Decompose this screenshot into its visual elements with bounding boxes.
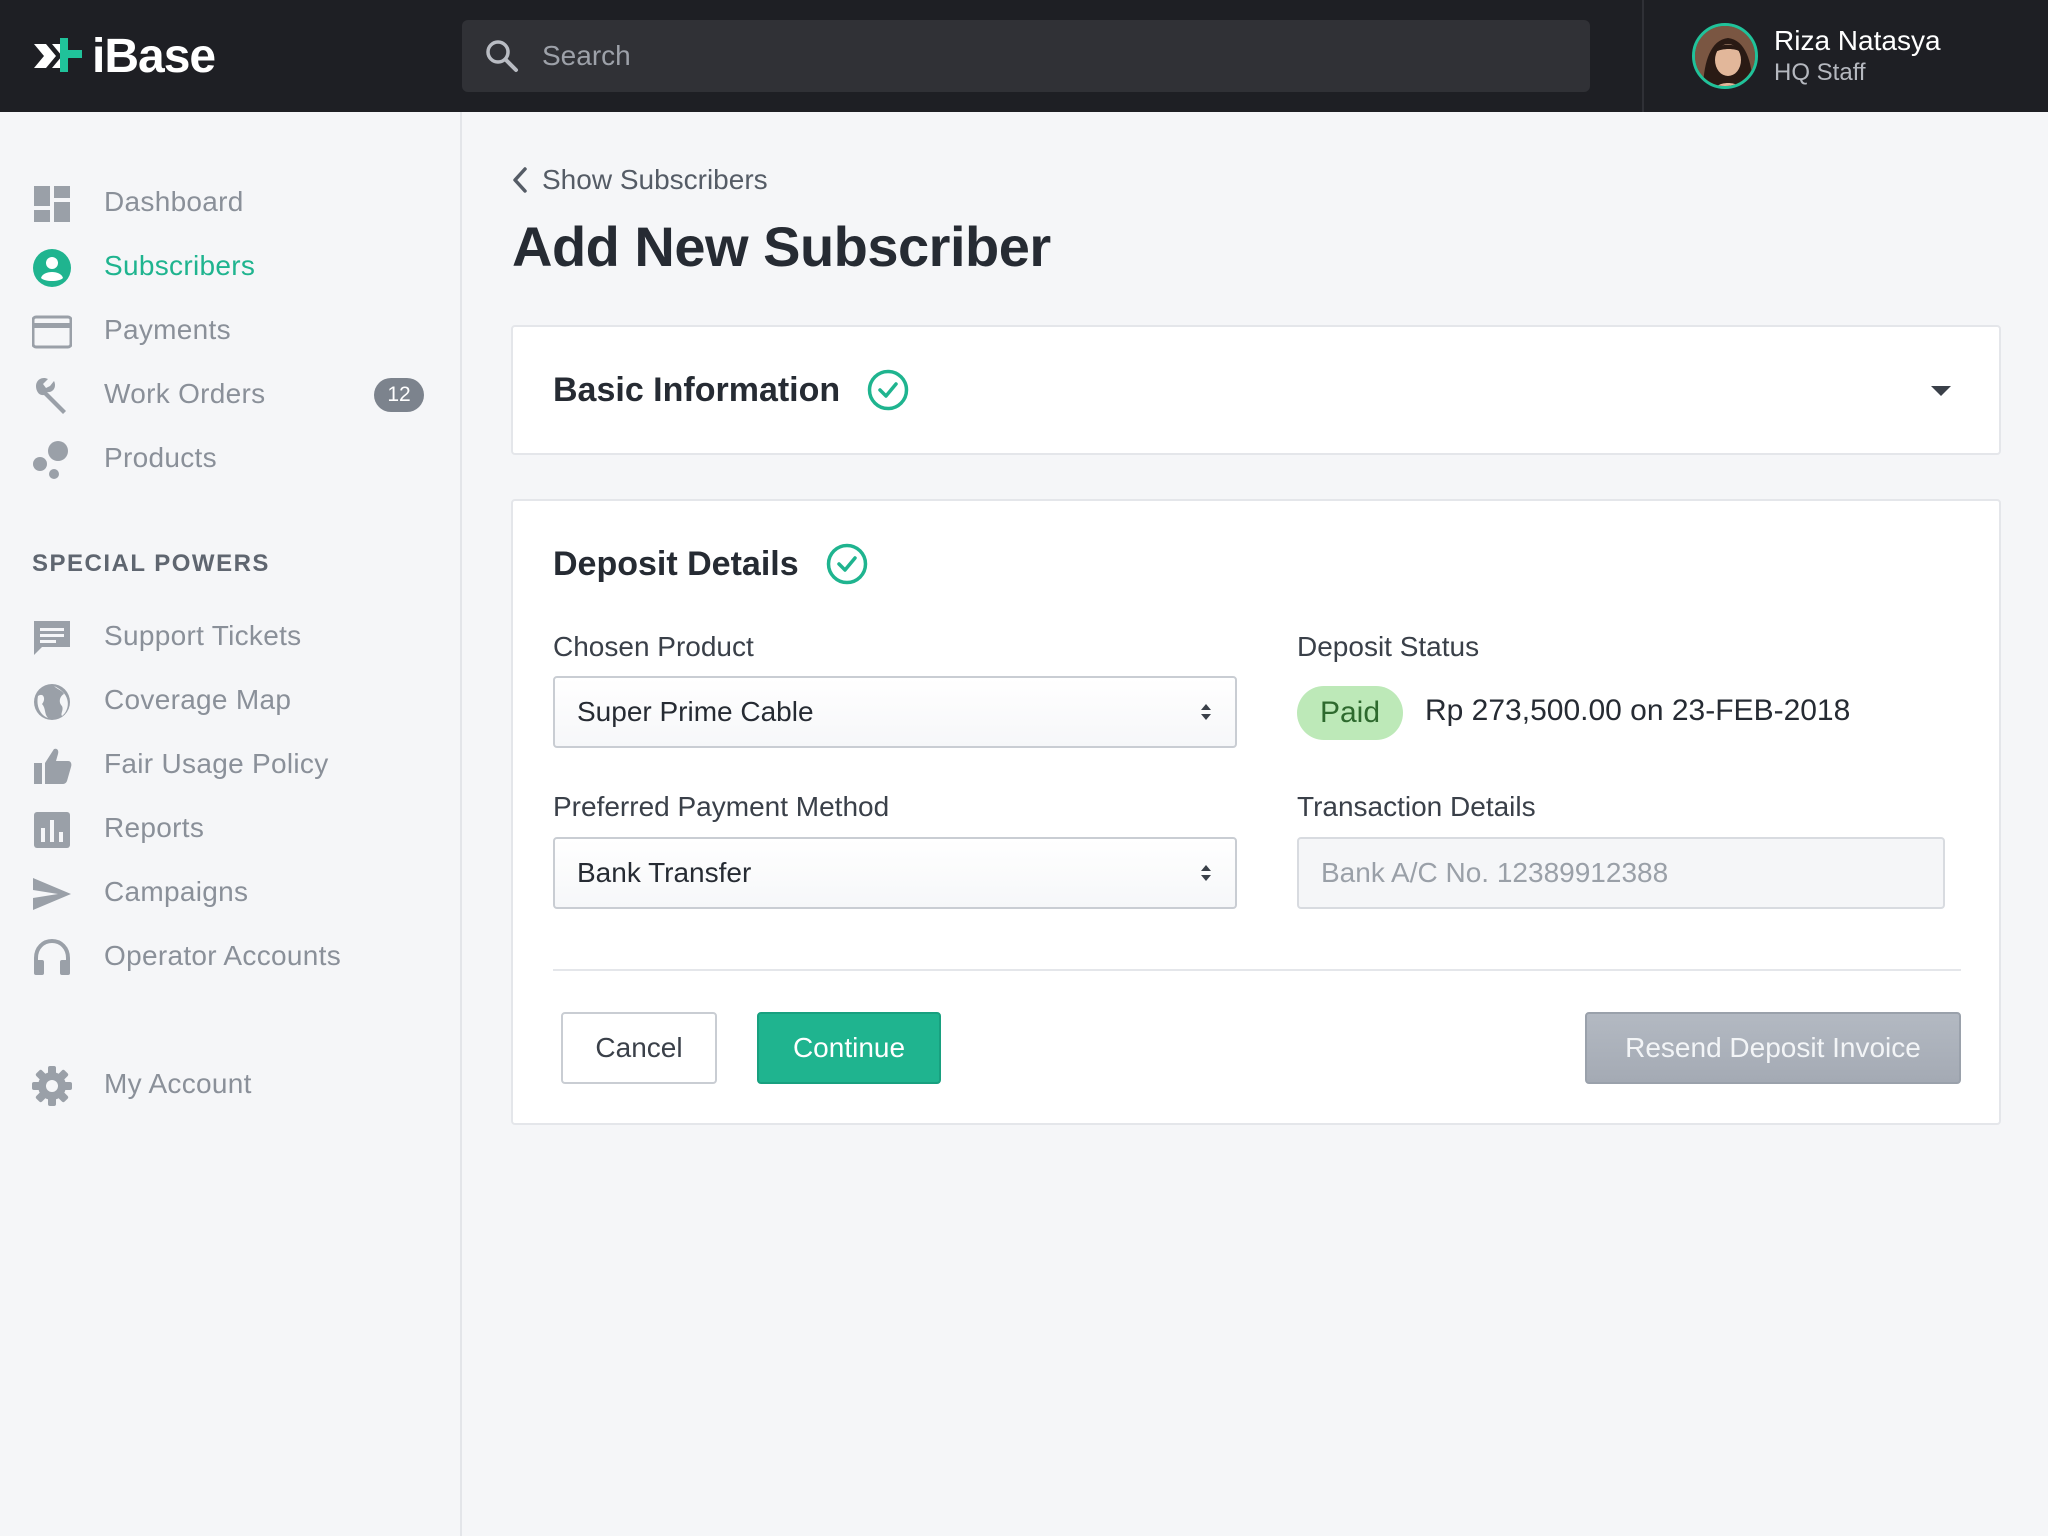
payment-method-value: Bank Transfer — [577, 857, 752, 888]
deposit-status-label: Deposit Status — [1297, 631, 1480, 662]
sidebar-item-label: Dashboard — [104, 186, 244, 217]
sidebar-item-label: Operator Accounts — [104, 940, 342, 971]
page-title: Add New Subscriber — [512, 215, 1051, 278]
deposit-status-text: Rp 273,500.00 on 23-FEB-2018 — [1425, 694, 1851, 727]
payment-method-label: Preferred Payment Method — [553, 791, 890, 822]
avatar[interactable] — [1692, 23, 1758, 89]
search-icon — [486, 40, 518, 72]
sidebar-item-label: Products — [104, 442, 217, 473]
card-divider — [553, 969, 1961, 971]
sidebar-item-label: Payments — [104, 314, 231, 345]
basic-information-card[interactable]: Basic Information — [511, 325, 2001, 455]
sidebar-item-campaigns[interactable]: Campaigns — [0, 864, 460, 920]
chevron-left-icon — [513, 167, 527, 193]
sidebar-item-my-account[interactable]: My Account — [0, 1056, 460, 1112]
chosen-product-value: Super Prime Cable — [577, 696, 814, 727]
sidebar-item-products[interactable]: Products — [0, 430, 460, 486]
sidebar-item-label: Reports — [104, 812, 205, 843]
paid-status-badge: Paid — [1297, 686, 1403, 740]
check-circle-icon — [826, 543, 868, 585]
section-title-special-powers: SPECIAL POWERS — [32, 550, 270, 577]
chosen-product-select[interactable]: Super Prime Cable — [553, 676, 1237, 748]
sidebar-item-reports[interactable]: Reports — [0, 800, 460, 856]
deposit-details-title: Deposit Details — [553, 545, 799, 583]
sidebar-item-label: Fair Usage Policy — [104, 748, 329, 779]
sidebar: Dashboard Subscribers Payments Work Orde… — [0, 112, 462, 1536]
gear-icon — [32, 1066, 72, 1106]
check-circle-icon — [867, 369, 909, 411]
wrench-icon — [36, 377, 66, 414]
continue-button[interactable]: Continue — [757, 1012, 941, 1084]
chevron-down-icon[interactable] — [1929, 383, 1953, 399]
logo-text: iBase — [92, 29, 216, 83]
sidebar-item-label: My Account — [104, 1068, 252, 1099]
select-arrows-icon — [1201, 865, 1211, 881]
sidebar-item-payments[interactable]: Payments — [0, 302, 460, 358]
top-bar: iBase Riza Natasya HQ Staff — [0, 0, 2048, 112]
chat-icon — [34, 621, 70, 655]
sidebar-item-label: Work Orders — [104, 378, 266, 409]
sidebar-item-label: Campaigns — [104, 876, 249, 907]
transaction-details-label: Transaction Details — [1297, 791, 1536, 822]
sidebar-item-label: Coverage Map — [104, 684, 292, 715]
resend-deposit-invoice-button[interactable]: Resend Deposit Invoice — [1585, 1012, 1961, 1084]
back-to-subscribers-link[interactable]: Show Subscribers — [512, 160, 768, 200]
chosen-product-label: Chosen Product — [553, 631, 754, 662]
user-name: Riza Natasya — [1774, 25, 1941, 56]
bar-chart-icon — [34, 812, 70, 848]
avatar-portrait-icon — [1695, 26, 1755, 86]
logo-mark-icon — [34, 38, 82, 72]
thumbs-up-icon — [34, 748, 72, 784]
topbar-divider — [1642, 0, 1644, 112]
work-orders-count-badge: 12 — [374, 378, 424, 412]
basic-information-title: Basic Information — [553, 371, 841, 409]
select-arrows-icon — [1201, 704, 1211, 720]
deposit-details-card: Deposit Details Chosen Product Super Pri… — [511, 499, 2001, 1125]
user-menu[interactable]: Riza Natasya HQ Staff — [1692, 20, 1941, 92]
sidebar-item-operator-accounts[interactable]: Operator Accounts — [0, 928, 460, 984]
sidebar-item-dashboard[interactable]: Dashboard — [0, 174, 460, 230]
sidebar-item-fair-usage-policy[interactable]: Fair Usage Policy — [0, 736, 460, 792]
sidebar-item-label: Support Tickets — [104, 620, 302, 651]
search-input[interactable] — [542, 20, 1562, 92]
user-circle-icon — [33, 249, 71, 287]
sidebar-item-work-orders[interactable]: Work Orders 12 — [0, 366, 460, 422]
sidebar-item-coverage-map[interactable]: Coverage Map — [0, 672, 460, 728]
sidebar-item-support-tickets[interactable]: Support Tickets — [0, 608, 460, 664]
globe-icon — [34, 684, 70, 720]
dashboard-icon — [34, 186, 70, 222]
app-logo[interactable]: iBase — [30, 28, 216, 84]
transaction-details-input[interactable] — [1297, 837, 1945, 909]
search-bar — [462, 20, 1590, 92]
user-role: HQ Staff — [1774, 59, 1866, 86]
headset-icon — [34, 938, 70, 975]
credit-card-icon — [32, 315, 72, 349]
send-icon — [33, 878, 71, 910]
sidebar-item-subscribers[interactable]: Subscribers — [0, 238, 460, 294]
bubbles-icon — [33, 441, 68, 479]
sidebar-item-label: Subscribers — [104, 250, 256, 281]
cancel-button[interactable]: Cancel — [561, 1012, 717, 1084]
payment-method-select[interactable]: Bank Transfer — [553, 837, 1237, 909]
back-link-label: Show Subscribers — [542, 164, 768, 195]
